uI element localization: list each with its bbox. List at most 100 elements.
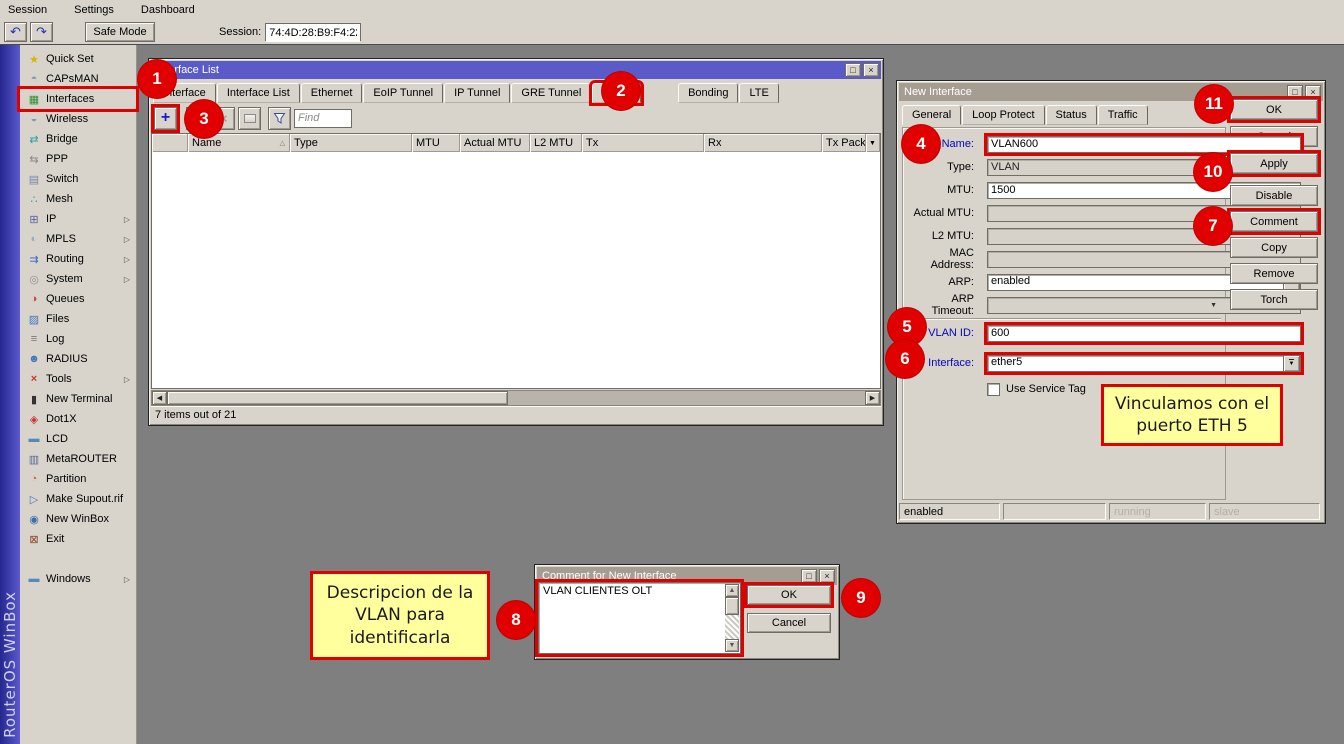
find-input[interactable] xyxy=(295,110,351,127)
scrollbar-thumb[interactable] xyxy=(167,391,508,405)
sidebar-item-partition[interactable]: ◔Partition xyxy=(20,469,136,489)
comment-ok-button[interactable]: OK xyxy=(747,585,831,605)
sidebar-item-system[interactable]: ◎System▷ xyxy=(20,269,136,289)
sidebar-item-interfaces[interactable]: ▦Interfaces xyxy=(20,89,136,109)
arp-timeout-field-row: ARP Timeout: ▼ xyxy=(907,296,1221,314)
maximize-button[interactable]: □ xyxy=(845,63,861,77)
disable-button[interactable]: Disable xyxy=(1230,185,1318,206)
copy-button[interactable]: Copy xyxy=(1230,237,1318,258)
sidebar-item-bridge[interactable]: ⇄Bridge xyxy=(20,129,136,149)
maximize-button[interactable]: □ xyxy=(1287,85,1303,99)
column-header-tx-packet[interactable]: Tx Packe xyxy=(822,134,866,152)
sidebar-item-quick-set[interactable]: ★Quick Set xyxy=(20,49,136,69)
scrollbar-thumb[interactable] xyxy=(725,597,739,615)
comment-textarea[interactable]: VLAN CLIENTES OLT xyxy=(540,584,726,652)
close-button[interactable]: × xyxy=(819,569,835,583)
tab-interface-list[interactable]: Interface List xyxy=(217,83,300,103)
sidebar-item-routing[interactable]: ⇉Routing▷ xyxy=(20,249,136,269)
sidebar-item-ip[interactable]: ⊞IP▷ xyxy=(20,209,136,229)
column-header-l2-mtu[interactable]: L2 MTU xyxy=(530,134,582,152)
sidebar-item-lcd[interactable]: ▬LCD xyxy=(20,429,136,449)
tab-ip-tunnel[interactable]: IP Tunnel xyxy=(444,83,510,103)
interface-list-titlebar[interactable]: Interface List □ × xyxy=(151,61,881,79)
tab-eoip-tunnel[interactable]: EoIP Tunnel xyxy=(363,83,443,103)
sidebar-item-wireless[interactable]: ◒Wireless xyxy=(20,109,136,129)
column-select-button[interactable]: ▼ xyxy=(866,134,880,152)
sidebar-item-switch[interactable]: ▤Switch xyxy=(20,169,136,189)
sidebar-item-exit[interactable]: ⊠Exit xyxy=(20,529,136,549)
sidebar-item-mesh[interactable]: ∴Mesh xyxy=(20,189,136,209)
tab-traffic[interactable]: Traffic xyxy=(1098,105,1148,125)
vlan-id-input-text[interactable] xyxy=(991,327,1297,340)
vertical-scrollbar[interactable]: ▲ ▼ xyxy=(725,584,739,652)
switch-icon: ▤ xyxy=(27,173,41,186)
maximize-button[interactable]: □ xyxy=(801,569,817,583)
column-header-mtu[interactable]: MTU xyxy=(412,134,460,152)
column-header-rx[interactable]: Rx xyxy=(704,134,822,152)
tab-lte[interactable]: LTE xyxy=(739,83,778,103)
sidebar-item-windows[interactable]: ▬Windows▷ xyxy=(20,569,136,589)
sidebar-item-tools[interactable]: ×Tools▷ xyxy=(20,369,136,389)
chevron-down-icon: ▼ xyxy=(869,140,876,147)
sidebar-item-log[interactable]: ≡Log xyxy=(20,329,136,349)
sidebar-item-make-supout-rif[interactable]: ▷Make Supout.rif xyxy=(20,489,136,509)
step-10-badge: 10 xyxy=(1194,153,1232,191)
sidebar-item-new-winbox[interactable]: ◉New WinBox xyxy=(20,509,136,529)
scroll-left-icon[interactable]: ◀ xyxy=(152,391,167,405)
horizontal-scrollbar[interactable]: ◀ ▶ xyxy=(151,390,881,406)
step-2-badge: 2 xyxy=(602,72,640,110)
comment-cancel-button[interactable]: Cancel xyxy=(747,613,831,633)
dropdown-button[interactable]: ▼ xyxy=(1283,355,1300,372)
remove-button[interactable]: Remove xyxy=(1230,263,1318,284)
column-header-tx[interactable]: Tx xyxy=(582,134,704,152)
table-body-empty[interactable] xyxy=(152,152,880,388)
apply-button[interactable]: Apply xyxy=(1230,153,1318,174)
redo-button[interactable]: ↷ xyxy=(30,22,53,42)
session-address-input[interactable] xyxy=(266,24,360,42)
tab-gre-tunnel[interactable]: GRE Tunnel xyxy=(511,83,591,103)
tab-ethernet[interactable]: Ethernet xyxy=(301,83,363,103)
column-header-type[interactable]: Type xyxy=(290,134,412,152)
tab-status[interactable]: Status xyxy=(1046,105,1097,125)
sidebar-item-dot1x[interactable]: ◈Dot1X xyxy=(20,409,136,429)
undo-button[interactable]: ↶ xyxy=(4,22,27,42)
sidebar-item-radius[interactable]: ☻RADIUS xyxy=(20,349,136,369)
name-input-text[interactable] xyxy=(991,138,1297,151)
ok-button[interactable]: OK xyxy=(1230,99,1318,120)
close-button[interactable]: × xyxy=(1305,85,1321,99)
comment-toolbar-button[interactable] xyxy=(238,107,261,130)
scroll-up-icon[interactable]: ▲ xyxy=(725,584,739,597)
menu-settings[interactable]: Settings xyxy=(72,2,125,18)
sidebar-item-mpls[interactable]: ◐MPLS▷ xyxy=(20,229,136,249)
interface-dropdown[interactable]: ether5 ▼ xyxy=(987,355,1301,372)
name-input[interactable] xyxy=(987,136,1301,153)
torch-button[interactable]: Torch xyxy=(1230,289,1318,310)
add-button[interactable]: + xyxy=(154,107,177,130)
maximize-icon: □ xyxy=(850,65,855,75)
safe-mode-button[interactable]: Safe Mode xyxy=(85,22,155,42)
filter-button[interactable] xyxy=(268,107,291,130)
tab-general[interactable]: General xyxy=(902,105,961,125)
vlan-id-input[interactable] xyxy=(987,325,1301,342)
column-header-icon[interactable] xyxy=(152,134,188,152)
tab-bonding[interactable]: Bonding xyxy=(678,83,738,103)
comment-button[interactable]: Comment xyxy=(1230,211,1318,232)
sidebar-item-ppp[interactable]: ⇆PPP xyxy=(20,149,136,169)
menu-dashboard[interactable]: Dashboard xyxy=(139,2,206,18)
column-header-actual-mtu[interactable]: Actual MTU xyxy=(460,134,530,152)
l2-mtu-label: L2 MTU: xyxy=(907,230,979,242)
sidebar-item-files[interactable]: ▨Files xyxy=(20,309,136,329)
type-field-row: Type: VLAN xyxy=(907,158,1221,176)
scroll-down-icon[interactable]: ▼ xyxy=(725,639,739,652)
close-button[interactable]: × xyxy=(863,63,879,77)
interface-list-window: Interface List □ × Interface Interface L… xyxy=(148,58,884,426)
tab-loop-protect[interactable]: Loop Protect xyxy=(962,105,1044,125)
sidebar-item-capsman[interactable]: ◓CAPsMAN xyxy=(20,69,136,89)
scroll-right-icon[interactable]: ▶ xyxy=(865,391,880,405)
sidebar-item-metarouter[interactable]: ▥MetaROUTER xyxy=(20,449,136,469)
menu-session[interactable]: Session xyxy=(6,2,58,18)
use-service-tag-checkbox[interactable] xyxy=(987,383,1000,396)
sidebar-item-new-terminal[interactable]: ▮New Terminal xyxy=(20,389,136,409)
scrollbar-track[interactable] xyxy=(508,391,865,405)
sidebar-item-queues[interactable]: ◑Queues xyxy=(20,289,136,309)
